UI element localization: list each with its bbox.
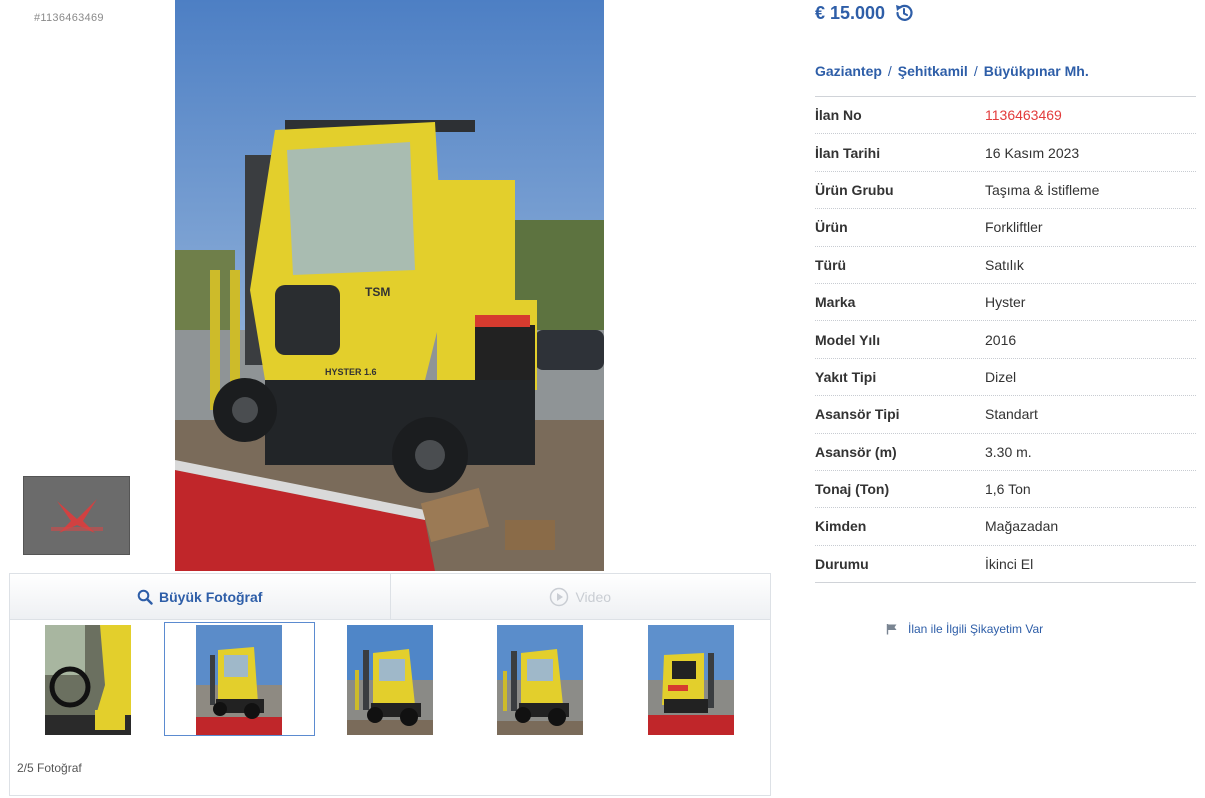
detail-row-mast-type: Asansör Tipi Standart (815, 396, 1196, 434)
thumbnail-2[interactable] (196, 625, 282, 735)
location-separator: / (887, 63, 892, 79)
detail-value: 1,6 Ton (985, 481, 1031, 498)
detail-row-product: Ürün Forkliftler (815, 209, 1196, 247)
detail-label: Asansör (m) (815, 443, 897, 460)
detail-label: Kimden (815, 518, 867, 535)
detail-row-brand: Marka Hyster (815, 284, 1196, 322)
play-icon (550, 587, 569, 606)
detail-row-mast-height: Asansör (m) 3.30 m. (815, 434, 1196, 471)
location-city[interactable]: Gaziantep (815, 63, 882, 79)
main-photo[interactable]: TSM HYSTER 1.6 (175, 0, 604, 571)
detail-row-model-year: Model Yılı 2016 (815, 321, 1196, 359)
detail-value: Taşıma & İstifleme (985, 181, 1100, 198)
detail-value: Forkliftler (985, 219, 1043, 236)
thumbnail-4[interactable] (497, 625, 583, 735)
report-listing-label: İlan ile İlgili Şikayetim Var (908, 622, 1044, 636)
location-separator: / (973, 63, 978, 79)
detail-value-listing-no: 1136463469 (985, 107, 1062, 124)
price-row: € 15.000 (815, 2, 915, 24)
detail-value: Satılık (985, 256, 1024, 273)
thumbnail-3[interactable] (347, 625, 433, 735)
cab-brand-text: TSM (365, 285, 390, 299)
big-photo-label: Büyük Fotoğraf (159, 588, 263, 605)
price: € 15.000 (815, 2, 886, 23)
detail-value: Hyster (985, 294, 1026, 311)
history-icon[interactable] (893, 2, 915, 24)
detail-value: 3.30 m. (985, 443, 1032, 460)
location-breadcrumb: Gaziantep / Şehitkamil / Büyükpınar Mh. (815, 63, 1089, 79)
photo-count: 2/5 Fotoğraf (17, 761, 82, 775)
detail-label: Ürün Grubu (815, 181, 894, 198)
detail-row-listing-date: İlan Tarihi 16 Kasım 2023 (815, 134, 1196, 172)
location-district[interactable]: Şehitkamil (898, 63, 968, 79)
detail-row-type: Türü Satılık (815, 247, 1196, 284)
detail-value: 2016 (985, 331, 1017, 348)
detail-value: 16 Kasım 2023 (985, 144, 1080, 161)
detail-row-product-group: Ürün Grubu Taşıma & İstifleme (815, 172, 1196, 210)
listing-id-caption: #1136463469 (34, 12, 104, 24)
location-neighborhood[interactable]: Büyükpınar Mh. (984, 63, 1089, 79)
big-photo-button[interactable]: Büyük Fotoğraf (10, 574, 391, 619)
detail-label: Durumu (815, 555, 869, 572)
model-badge-text: HYSTER 1.6 (325, 367, 377, 377)
flag-icon (886, 624, 897, 635)
detail-label: Tonaj (Ton) (815, 481, 890, 498)
store-logo[interactable] (23, 476, 130, 555)
detail-row-seller: Kimden Mağazadan (815, 508, 1196, 546)
detail-label: Asansör Tipi (815, 406, 900, 423)
detail-label: Model Yılı (815, 331, 881, 348)
report-listing-link[interactable]: İlan ile İlgili Şikayetim Var (886, 622, 1043, 636)
detail-value: Mağazadan (985, 518, 1059, 535)
detail-label: Marka (815, 294, 856, 311)
detail-label: Ürün (815, 219, 848, 236)
thumbnail-strip: 2/5 Fotoğraf (9, 619, 771, 796)
detail-row-condition: Durumu İkinci El (815, 546, 1196, 584)
detail-label: Türü (815, 256, 847, 273)
detail-value: İkinci El (985, 555, 1034, 572)
video-label: Video (575, 588, 612, 605)
search-icon (137, 589, 153, 605)
thumbnail-5[interactable] (648, 625, 734, 735)
video-button[interactable]: Video (391, 574, 771, 619)
listing-details-table: İlan No 1136463469 İlan Tarihi 16 Kasım … (815, 96, 1196, 584)
detail-row-fuel-type: Yakıt Tipi Dizel (815, 359, 1196, 397)
thumbnail-1[interactable] (45, 625, 131, 735)
detail-row-tonnage: Tonaj (Ton) 1,6 Ton (815, 471, 1196, 509)
detail-value: Dizel (985, 368, 1017, 385)
detail-value: Standart (985, 406, 1038, 423)
photo-toolbar: Büyük Fotoğraf Video (9, 573, 771, 619)
detail-label: Yakıt Tipi (815, 368, 877, 385)
detail-row-listing-no: İlan No 1136463469 (815, 97, 1196, 135)
detail-label: İlan Tarihi (815, 144, 881, 161)
detail-label: İlan No (815, 107, 862, 124)
